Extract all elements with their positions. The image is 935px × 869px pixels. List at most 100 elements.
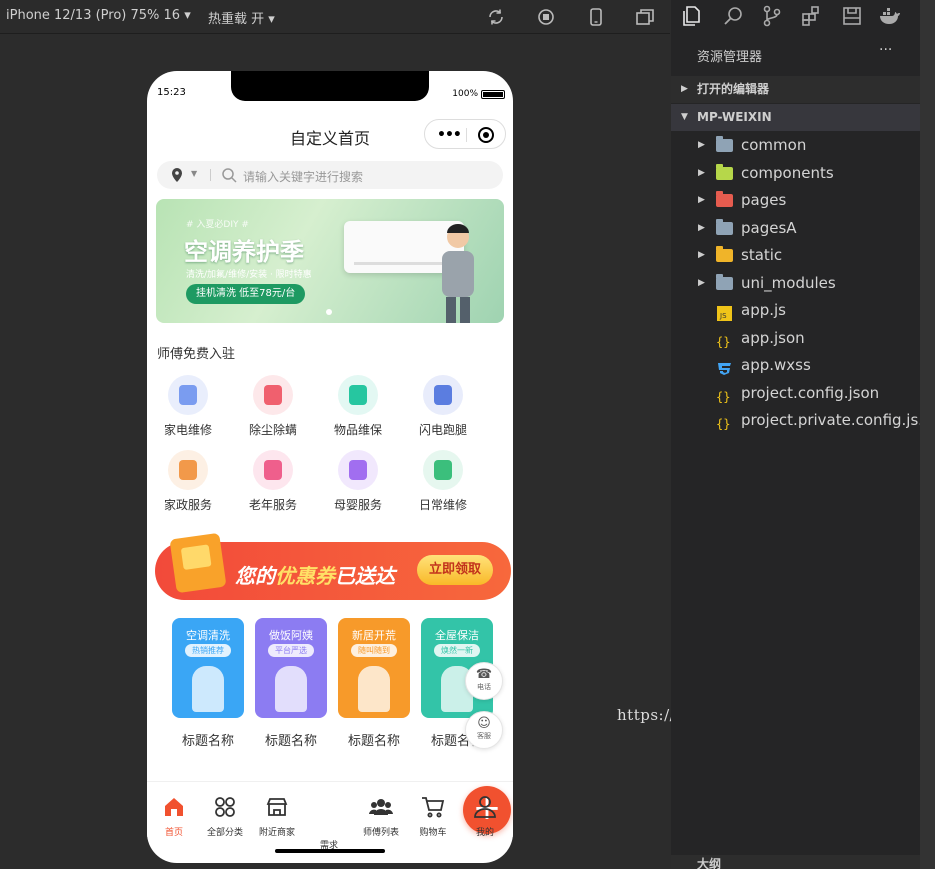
extensions-icon[interactable]	[799, 4, 823, 28]
service-icon	[253, 375, 293, 415]
service-label: 母婴服务	[333, 498, 382, 512]
source-control-icon[interactable]	[760, 4, 784, 28]
card-badge: 焕然一新	[434, 644, 480, 657]
chevron-right-icon[interactable]: ▶	[698, 242, 705, 269]
coupon-text-post: 已送达	[335, 564, 395, 588]
service-item[interactable]: 家政服务	[148, 450, 228, 513]
files-icon[interactable]	[679, 4, 703, 28]
tab-bar: 首页 全部分类 附近商家 + 需求 师傅列表 购物车 我的	[147, 781, 513, 851]
service-icon-shape	[434, 460, 452, 480]
file-name: project.config.json	[741, 383, 880, 402]
folder-shape	[716, 218, 733, 235]
service-icon-shape	[179, 385, 197, 405]
tab-label: 全部分类	[206, 828, 243, 838]
coupon-text-emphasis: 优惠券	[275, 564, 335, 588]
more-menu-icon[interactable]: •••	[437, 127, 462, 143]
miniprogram-capsule[interactable]: •••	[424, 119, 506, 149]
docker-icon[interactable]	[878, 4, 902, 28]
file-name: static	[741, 246, 783, 264]
service-label: 闪电跑腿	[418, 423, 467, 437]
carousel-indicator[interactable]	[326, 309, 332, 315]
service-item[interactable]: 除尘除螨	[233, 375, 313, 438]
storage-icon[interactable]	[840, 4, 864, 28]
chevron-right-icon[interactable]: ▶	[698, 270, 705, 297]
folder-item[interactable]: ▶ static	[671, 242, 920, 269]
folder-item[interactable]: ▶ pages	[671, 187, 920, 214]
phone-call-button[interactable]: ☎ 电话	[465, 662, 503, 700]
chevron-down-icon[interactable]: ▼	[191, 169, 197, 178]
service-item[interactable]: 物品维保	[318, 375, 398, 438]
tab-cart[interactable]: 购物车	[409, 794, 457, 838]
home-icon	[165, 798, 183, 816]
outline-section[interactable]: 大纲	[671, 855, 920, 869]
coupon-banner[interactable]: 您的优惠券已送达 立即领取	[147, 532, 513, 608]
project-section[interactable]: ▼ MP-WEIXIN	[671, 104, 920, 131]
card-heading: 做饭阿姨	[269, 629, 313, 642]
open-editors-section[interactable]: ▶ 打开的编辑器	[671, 76, 920, 103]
more-actions-icon[interactable]: ···	[879, 42, 892, 58]
section-title: 大纲	[697, 857, 722, 869]
file-item[interactable]: {} app.json	[671, 325, 920, 352]
service-icon-shape	[264, 460, 282, 480]
chevron-right-icon[interactable]: ▶	[698, 215, 705, 242]
tab-home[interactable]: 首页	[150, 794, 198, 838]
chevron-right-icon[interactable]: ▶	[698, 160, 705, 187]
service-icon	[168, 375, 208, 415]
json-file-icon: {}	[716, 386, 734, 404]
file-item[interactable]: JS app.js	[671, 297, 920, 324]
folder-shape	[716, 191, 733, 207]
file-item[interactable]: {} project.config.json	[671, 380, 920, 407]
capsule-divider	[466, 128, 467, 142]
folder-item[interactable]: ▶ components	[671, 160, 920, 187]
phone-icon[interactable]	[585, 6, 607, 28]
folder-item[interactable]: ▶ common	[671, 132, 920, 159]
card-title[interactable]: 标题名称	[334, 730, 414, 749]
card-title[interactable]: 标题名称	[168, 730, 248, 749]
file-item[interactable]: app.wxss	[671, 352, 920, 379]
tab-profile[interactable]: 我的	[461, 794, 509, 838]
promo-banner[interactable]: # 入夏必DIY # 空调养护季 清洗/加氟/维修/安装 · 限时特惠 挂机清洗…	[156, 199, 504, 323]
refresh-icon[interactable]	[485, 6, 507, 28]
section-label: 师傅免费入驻	[157, 347, 236, 362]
folder-icon	[716, 246, 734, 263]
service-item[interactable]: 母婴服务	[318, 450, 398, 513]
search-icon	[222, 168, 237, 183]
stop-icon[interactable]	[535, 6, 557, 28]
coupon-text-pre: 您的	[235, 564, 275, 588]
service-label: 除尘除螨	[248, 423, 297, 437]
folder-item[interactable]: ▶ uni_modules	[671, 270, 920, 297]
device-selector[interactable]: iPhone 12/13 (Pro) 75% 16 ▾	[6, 8, 191, 23]
phone-call-label: 电话	[477, 683, 491, 691]
service-item[interactable]: 家电维修	[148, 375, 228, 438]
window-icon[interactable]	[634, 6, 656, 28]
search-bar[interactable]: ▼ 请输入关键字进行搜索	[157, 161, 503, 189]
folder-icon	[716, 136, 734, 153]
chevron-right-icon[interactable]: ▶	[698, 187, 705, 214]
featured-card[interactable]: 做饭阿姨 平台严选	[255, 618, 327, 718]
service-grid: 家电维修 除尘除螨 物品维保 闪电跑腿 家政服务 老年服务 母婴服务 日常维修	[156, 369, 504, 527]
home-indicator	[275, 849, 385, 853]
chevron-right-icon[interactable]: ▶	[698, 132, 705, 159]
customer-service-icon: ☺	[477, 716, 491, 731]
tab-categories[interactable]: 全部分类	[201, 794, 249, 838]
service-icon	[423, 450, 463, 490]
featured-card[interactable]: 新居开荒 随叫随到	[338, 618, 410, 718]
tab-demand[interactable]: + 需求	[305, 786, 511, 851]
location-icon[interactable]	[171, 168, 183, 182]
hot-reload-toggle[interactable]: 热重载 开 ▾	[208, 8, 275, 27]
tab-masters[interactable]: 师傅列表	[357, 794, 405, 838]
tab-nearby-shops[interactable]: 附近商家	[253, 794, 301, 838]
service-item[interactable]: 闪电跑腿	[403, 375, 483, 438]
customer-service-button[interactable]: ☺ 客服	[465, 711, 503, 749]
service-item[interactable]: 老年服务	[233, 450, 313, 513]
service-item[interactable]: 日常维修	[403, 450, 483, 513]
file-item[interactable]: {} project.private.config.js...	[671, 407, 933, 434]
close-miniprogram-icon[interactable]	[478, 127, 494, 143]
folder-item[interactable]: ▶ pagesA	[671, 215, 920, 242]
search-icon[interactable]	[721, 4, 745, 28]
simulator-stage: 15:23 100% 自定义首页 ••• ▼ 请输入关键字进行搜索 # 入夏必D…	[0, 35, 670, 869]
search-input[interactable]: 请输入关键字进行搜索	[243, 168, 363, 185]
featured-card[interactable]: 空调清洗 热销推荐	[172, 618, 244, 718]
claim-coupon-button[interactable]: 立即领取	[417, 555, 493, 585]
card-title[interactable]: 标题名称	[251, 730, 331, 749]
